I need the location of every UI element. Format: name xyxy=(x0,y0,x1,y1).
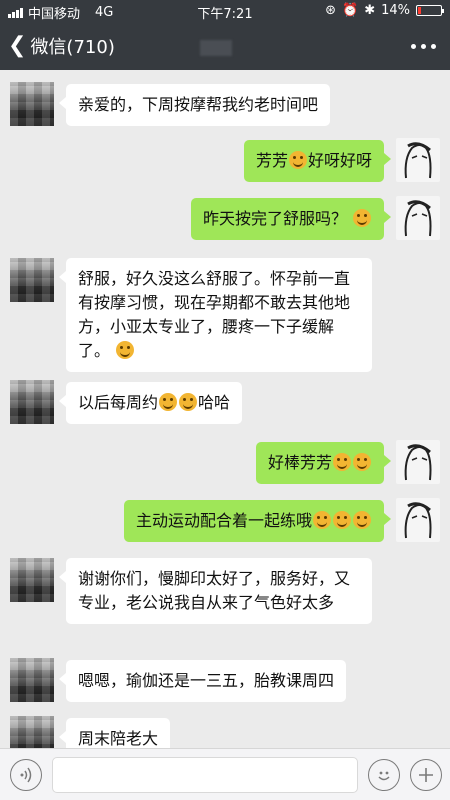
status-bar: 中国移动 4G 下午7:21 ⊛ ⏰ ✱ 14% xyxy=(0,0,450,22)
status-right: ⊛ ⏰ ✱ 14% xyxy=(325,3,444,18)
back-chevron-icon: ❮ xyxy=(8,33,27,58)
message-bubble[interactable]: 谢谢你们，慢脚印太好了，服务好，又专业，老公说我自从来了气色好太多 xyxy=(59,558,372,624)
message-bubble[interactable]: 主动运动配合着一起练哦 xyxy=(123,500,392,542)
more-dots-icon xyxy=(411,44,416,49)
battery-icon xyxy=(416,5,444,16)
laugh-emoji-icon xyxy=(179,393,198,411)
avatar[interactable] xyxy=(10,380,54,424)
chat-title-blurred xyxy=(200,40,232,56)
more-dot xyxy=(431,44,436,49)
clap-emoji-icon xyxy=(333,453,351,471)
battery-percent: 14% xyxy=(381,3,410,18)
message-text: 好呀好呀 xyxy=(307,151,372,170)
message-bubble[interactable]: 嗯嗯，瑜伽还是一三五，胎教课周四 xyxy=(58,660,347,702)
message-text: 以后每周约 xyxy=(78,393,159,412)
top-bar: 中国移动 4G 下午7:21 ⊛ ⏰ ✱ 14% ❮ 微信(710) xyxy=(0,0,450,70)
message-bubble[interactable]: 好棒芳芳 xyxy=(255,442,392,484)
voice-button[interactable] xyxy=(10,759,42,791)
avatar-sketch-icon xyxy=(404,502,432,539)
battery-fill xyxy=(418,7,421,14)
message-bubble[interactable]: 芳芳 好呀好呀 xyxy=(243,140,392,182)
avatar-sketch-icon xyxy=(404,200,432,237)
avatar[interactable] xyxy=(396,440,440,484)
bluetooth-icon: ✱ xyxy=(364,3,376,18)
back-label: 微信(710) xyxy=(30,37,115,58)
thumbs-up-emoji-icon xyxy=(353,511,371,529)
message-text: 主动运动配合着一起练哦 xyxy=(135,511,312,530)
rotation-lock-icon: ⊛ xyxy=(325,3,336,18)
avatar[interactable] xyxy=(10,82,54,126)
message-text: 芳芳 xyxy=(255,151,288,170)
grin-emoji-icon xyxy=(353,209,371,227)
more-button[interactable] xyxy=(411,44,436,49)
avatar[interactable] xyxy=(10,258,54,302)
clap-emoji-icon xyxy=(353,453,371,471)
voice-icon xyxy=(20,767,32,783)
nav-bar: ❮ 微信(710) xyxy=(0,22,450,70)
avatar[interactable] xyxy=(10,658,54,702)
input-bar xyxy=(0,748,450,800)
avatar[interactable] xyxy=(10,558,54,602)
plus-button[interactable] xyxy=(410,759,442,791)
message-input[interactable] xyxy=(52,757,358,793)
message-text: 哈哈 xyxy=(198,393,231,412)
message-text: 昨天按完了舒服吗？ xyxy=(202,209,347,228)
message-text: 好棒芳芳 xyxy=(267,453,332,472)
tongue-emoji-icon xyxy=(116,341,135,359)
avatar-sketch-icon xyxy=(404,444,432,481)
emoji-button[interactable] xyxy=(368,759,400,791)
plus-icon xyxy=(419,768,433,782)
message-bubble[interactable]: 以后每周约 哈哈 xyxy=(58,382,243,424)
more-dot xyxy=(421,44,426,49)
clap-emoji-icon xyxy=(313,511,331,529)
grin-emoji-icon xyxy=(288,151,307,169)
avatar[interactable] xyxy=(396,196,440,240)
alarm-icon: ⏰ xyxy=(342,3,359,18)
message-bubble[interactable]: 昨天按完了舒服吗？ xyxy=(190,198,392,240)
laugh-emoji-icon xyxy=(159,393,178,411)
back-button[interactable]: ❮ 微信(710) xyxy=(8,33,115,59)
message-bubble[interactable]: 亲爱的，下周按摩帮我约老时间吧 xyxy=(58,84,331,126)
avatar[interactable] xyxy=(10,716,54,748)
avatar[interactable] xyxy=(396,498,440,542)
message-bubble[interactable]: 舒服，好久没这么舒服了。怀孕前一直有按摩习惯，现在孕期都不敢去其他地方，小亚太专… xyxy=(59,258,372,372)
message-bubble[interactable]: 周末陪老大 xyxy=(58,718,171,748)
thumbs-up-emoji-icon xyxy=(333,511,351,529)
avatar[interactable] xyxy=(396,138,440,182)
avatar-sketch-icon xyxy=(404,142,432,179)
chat-area[interactable]: 亲爱的，下周按摩帮我约老时间吧 芳芳 好呀好呀 昨天按完了舒服吗？ 舒服，好久没这… xyxy=(0,70,450,748)
emoji-icon xyxy=(378,771,390,781)
